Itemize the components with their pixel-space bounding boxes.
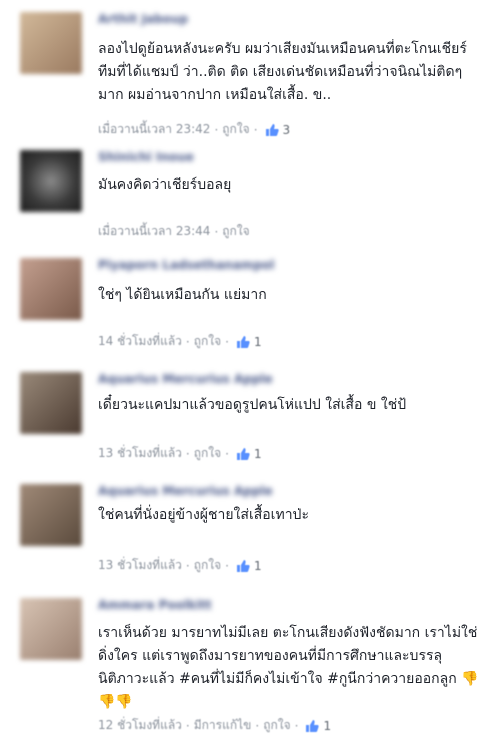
separator-dot: · — [214, 122, 219, 137]
edited-label[interactable]: มีการแก้ไข — [194, 718, 252, 732]
comment-timestamp[interactable]: 13 ชั่วโมงที่แล้ว — [98, 558, 182, 572]
avatar[interactable] — [20, 258, 82, 320]
comment-text: มันคงคิดว่าเชียร์บอลยุ — [98, 177, 232, 193]
comment-meta: 14 ชั่วโมงที่แล้ว · ถูกใจ · 1 — [98, 332, 262, 351]
comment-meta: เมื่อวานนี้เวลา 23:44 · ถูกใจ — [98, 222, 250, 241]
comment-feed: Arthit Jaboup ลองไปดูย้อนหลังนะครับ ผมว่… — [0, 0, 500, 752]
separator-dot: · — [253, 122, 258, 137]
comment-timestamp[interactable]: เมื่อวานนี้เวลา 23:42 — [98, 122, 210, 136]
comment-timestamp[interactable]: 14 ชั่วโมงที่แล้ว — [98, 334, 182, 348]
commenter-name[interactable]: Arthit Jaboup — [98, 12, 188, 26]
comment-meta: เมื่อวานนี้เวลา 23:42 · ถูกใจ · 3 — [98, 120, 290, 139]
separator-dot: · — [185, 446, 190, 461]
separator-dot: · — [225, 334, 229, 349]
comment-text: ลองไปดูย้อนหลังนะครับ ผมว่าเสียงมันเหมือ… — [98, 41, 467, 103]
avatar[interactable] — [20, 12, 82, 74]
like-count[interactable]: 1 — [254, 559, 262, 573]
like-link[interactable]: ถูกใจ — [194, 446, 221, 460]
separator-dot: · — [225, 558, 229, 573]
avatar[interactable] — [20, 372, 82, 434]
like-count[interactable]: 3 — [283, 123, 291, 137]
thumbs-up-icon — [237, 559, 250, 572]
commenter-name[interactable]: Aquarius Mercurius Apple — [98, 484, 273, 498]
thumbs-up-icon — [237, 335, 250, 348]
like-link[interactable]: ถูกใจ — [263, 718, 290, 732]
separator-dot: · — [225, 446, 229, 461]
commenter-name[interactable]: Shinichi Inoue — [98, 150, 194, 164]
comment-meta: 13 ชั่วโมงที่แล้ว · ถูกใจ · 1 — [98, 556, 262, 575]
avatar[interactable] — [20, 150, 82, 212]
separator-dot: · — [255, 718, 260, 733]
separator-dot: · — [185, 718, 190, 733]
commenter-name[interactable]: Piyaporn Ladsethanampol — [98, 258, 274, 272]
avatar[interactable] — [20, 484, 82, 546]
comment-meta: 12 ชั่วโมงที่แล้ว · มีการแก้ไข · ถูกใจ · 1 — [98, 716, 331, 735]
like-link[interactable]: ถูกใจ — [222, 224, 249, 238]
like-link[interactable]: ถูกใจ — [194, 558, 221, 572]
like-count[interactable]: 1 — [254, 447, 262, 461]
comment-text: เราเห็นด้วย มารยาทไม่มีเลย ตะโกนเสียงดัง… — [98, 625, 479, 710]
separator-dot: · — [185, 334, 190, 349]
comment-timestamp[interactable]: เมื่อวานนี้เวลา 23:44 — [98, 224, 210, 238]
comment-text: ใช่ๆ ได้ยินเหมือนกัน แย่มาก — [98, 287, 267, 303]
separator-dot: · — [294, 718, 299, 733]
comment-meta: 13 ชั่วโมงที่แล้ว · ถูกใจ · 1 — [98, 444, 262, 463]
avatar[interactable] — [20, 598, 82, 660]
thumbs-up-icon — [306, 719, 320, 732]
comment-text: เดี๋ยวนะแคปมาแล้วขอดูรูปคนโห่แปป ใส่เสื้… — [98, 397, 407, 413]
thumbs-up-icon — [265, 123, 279, 136]
like-link[interactable]: ถูกใจ — [222, 122, 249, 136]
commenter-name[interactable]: Aquarius Mercurius Apple — [98, 372, 273, 386]
like-count[interactable]: 1 — [323, 719, 331, 733]
like-count[interactable]: 1 — [254, 335, 262, 349]
comment-timestamp[interactable]: 12 ชั่วโมงที่แล้ว — [98, 718, 182, 732]
thumbs-up-icon — [237, 447, 250, 460]
commenter-name[interactable]: Ammara Poolkitt — [98, 598, 212, 612]
separator-dot: · — [185, 558, 190, 573]
separator-dot: · — [214, 224, 219, 239]
comment-timestamp[interactable]: 13 ชั่วโมงที่แล้ว — [98, 446, 182, 460]
like-link[interactable]: ถูกใจ — [194, 334, 221, 348]
comment-text: ใช่คนที่นั่งอยู่ข้างผู้ชายใส่เสื้อเทาป่ะ — [98, 507, 309, 523]
